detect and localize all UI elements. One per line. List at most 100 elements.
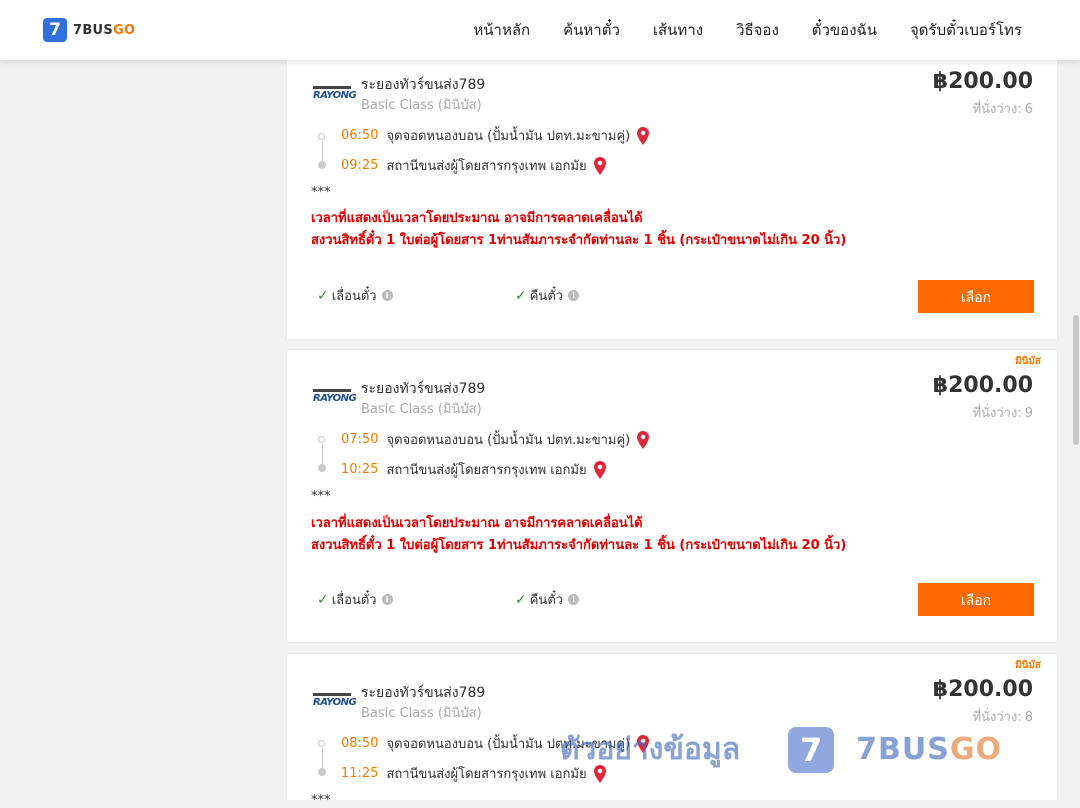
nav-how-to-book[interactable]: วิธีจอง bbox=[736, 18, 779, 42]
bus-class: Basic Class (มินิบัส) bbox=[361, 402, 482, 417]
departure-time: 08:50 bbox=[341, 736, 379, 751]
departure-stop: 07:50 จุดจอดหนองบอน (ปั้มน้ำมัน ปตท.มะขา… bbox=[341, 429, 650, 450]
logo-mark: 7 bbox=[43, 18, 67, 42]
operator-logo-text: RAYONG bbox=[313, 393, 357, 404]
arrival-time: 10:25 bbox=[341, 462, 379, 477]
timeline-line bbox=[322, 444, 323, 464]
operator-logo: RAYONG bbox=[313, 82, 357, 104]
vehicle-badge: มินิบัส bbox=[1015, 356, 1041, 367]
feature-refund-ticket: ✓ คืนตั๋ว i bbox=[515, 285, 580, 306]
watermark-logo-mark: 7 bbox=[788, 726, 835, 773]
feature-refund-label: คืนตั๋ว bbox=[529, 289, 564, 304]
scrollbar-track[interactable] bbox=[1072, 60, 1080, 800]
time-disclaimer: เวลาที่แสดงเป็นเวลาโดยประมาณ อาจมีการคลา… bbox=[311, 211, 643, 226]
operator-name: ระยองทัวร์ขนส่ง789 bbox=[361, 685, 486, 701]
time-disclaimer: เวลาที่แสดงเป็นเวลาโดยประมาณ อาจมีการคลา… bbox=[311, 516, 643, 531]
sample-data-watermark: ตัวอย่างข้อมูล 7 7BUSGO bbox=[560, 726, 1002, 773]
operator-name: ระยองทัวร์ขนส่ง789 bbox=[361, 77, 486, 93]
operator-name: ระยองทัวร์ขนส่ง789 bbox=[361, 381, 486, 397]
feature-change-ticket: ✓ เลื่อนตั๋ว i bbox=[317, 285, 393, 306]
nav-pickup-points[interactable]: จุดรับตั๋วเบอร์โทร bbox=[910, 18, 1022, 42]
departure-time: 07:50 bbox=[341, 432, 379, 447]
seats-available: ที่นั่งว่าง: 8 bbox=[973, 706, 1033, 727]
info-icon[interactable]: i bbox=[381, 290, 393, 301]
operator-logo: RAYONG bbox=[313, 689, 357, 711]
arrival-place: สถานีขนส่งผู้โดยสารกรุงเทพ เอกมัย bbox=[386, 767, 587, 782]
seats-label: ที่นั่งว่าง: bbox=[972, 710, 1022, 725]
nav-routes[interactable]: เส้นทาง bbox=[653, 18, 703, 42]
main-nav: หน้าหลัก ค้นหาตั๋ว เส้นทาง วิธีจอง ตั๋วข… bbox=[440, 0, 1022, 60]
arrival-time: 11:25 bbox=[341, 766, 379, 781]
vehicle-badge: มินิบัส bbox=[1015, 660, 1041, 671]
info-icon[interactable]: i bbox=[568, 290, 580, 301]
departure-stop: 06:50 จุดจอดหนองบอน (ปั้มน้ำมัน ปตท.มะขา… bbox=[341, 125, 650, 146]
ticket-price: ฿200.00 bbox=[932, 373, 1033, 398]
seats-available: ที่นั่งว่าง: 6 bbox=[973, 98, 1033, 119]
feature-refund-label: คืนตั๋ว bbox=[529, 593, 564, 608]
departure-place: จุดจอดหนองบอน (ปั้มน้ำมัน ปตท.มะขามคู่) bbox=[386, 433, 631, 448]
arrival-place: สถานีขนส่งผู้โดยสารกรุงเทพ เอกมัย bbox=[386, 463, 587, 478]
feature-change-ticket: ✓ เลื่อนตั๋ว i bbox=[317, 589, 393, 610]
nav-my-tickets[interactable]: ตั๋วของฉัน bbox=[812, 18, 877, 42]
timeline-end-dot bbox=[318, 464, 326, 472]
seats-count: 6 bbox=[1024, 102, 1033, 117]
select-trip-button[interactable]: เลือก bbox=[918, 280, 1034, 313]
timeline-end-dot bbox=[318, 161, 326, 169]
map-pin-icon[interactable] bbox=[636, 430, 650, 449]
departure-place: จุดจอดหนองบอน (ปั้มน้ำมัน ปตท.มะขามคู่) bbox=[386, 129, 631, 144]
timeline-end-dot bbox=[318, 768, 326, 776]
watermark-brand: 7BUSGO bbox=[856, 732, 1002, 767]
nav-search-ticket[interactable]: ค้นหาตั๋ว bbox=[563, 18, 620, 42]
remarks-marker: *** bbox=[311, 793, 331, 808]
map-pin-icon[interactable] bbox=[593, 460, 607, 479]
info-icon[interactable]: i bbox=[381, 594, 393, 605]
map-pin-icon[interactable] bbox=[593, 156, 607, 175]
operator-logo: RAYONG bbox=[313, 385, 357, 407]
operator-logo-text: RAYONG bbox=[313, 90, 357, 101]
seats-available: ที่นั่งว่าง: 9 bbox=[973, 402, 1033, 423]
feature-change-label: เลื่อนตั๋ว bbox=[331, 593, 377, 608]
remarks-marker: *** bbox=[311, 489, 331, 504]
info-icon[interactable]: i bbox=[568, 594, 580, 605]
trip-card: RAYONG ระยองทัวร์ขนส่ง789 Basic Class (ม… bbox=[286, 56, 1058, 340]
ticket-price: ฿200.00 bbox=[932, 69, 1033, 94]
arrival-time: 09:25 bbox=[341, 158, 379, 173]
watermark-brand-accent: GO bbox=[949, 732, 1002, 767]
watermark-brand-main: 7BUS bbox=[856, 732, 950, 767]
seats-count: 8 bbox=[1024, 710, 1033, 725]
arrival-stop: 09:25 สถานีขนส่งผู้โดยสารกรุงเทพ เอกมัย bbox=[341, 155, 607, 176]
logo-wordmark: 7BUSGO bbox=[73, 23, 135, 38]
select-trip-button[interactable]: เลือก bbox=[918, 583, 1034, 616]
arrival-stop: 10:25 สถานีขนส่งผู้โดยสารกรุงเทพ เอกมัย bbox=[341, 459, 607, 480]
site-logo[interactable]: 7 7BUSGO bbox=[43, 18, 135, 42]
remarks-marker: *** bbox=[311, 185, 331, 200]
logo-text-accent: GO bbox=[113, 22, 136, 38]
timeline-start-dot bbox=[318, 133, 325, 140]
timeline-start-dot bbox=[318, 740, 325, 747]
seats-label: ที่นั่งว่าง: bbox=[972, 406, 1022, 421]
check-icon: ✓ bbox=[317, 287, 329, 304]
nav-home[interactable]: หน้าหลัก bbox=[473, 18, 530, 42]
ticket-price: ฿200.00 bbox=[932, 677, 1033, 702]
logo-text-main: 7BUS bbox=[73, 22, 114, 38]
check-icon: ✓ bbox=[317, 591, 329, 608]
check-icon: ✓ bbox=[515, 287, 527, 304]
scrollbar-thumb[interactable] bbox=[1073, 315, 1079, 445]
feature-refund-ticket: ✓ คืนตั๋ว i bbox=[515, 589, 580, 610]
trip-card: มินิบัส RAYONG ระยองทัวร์ขนส่ง789 Basic … bbox=[286, 349, 1058, 643]
map-pin-icon[interactable] bbox=[636, 126, 650, 145]
timeline-line bbox=[322, 748, 323, 768]
bus-class: Basic Class (มินิบัส) bbox=[361, 706, 482, 721]
bus-class: Basic Class (มินิบัส) bbox=[361, 98, 482, 113]
departure-time: 06:50 bbox=[341, 128, 379, 143]
seats-count: 9 bbox=[1024, 406, 1033, 421]
timeline-line bbox=[322, 141, 323, 161]
top-navbar: 7 7BUSGO หน้าหลัก ค้นหาตั๋ว เส้นทาง วิธี… bbox=[0, 0, 1080, 60]
arrival-place: สถานีขนส่งผู้โดยสารกรุงเทพ เอกมัย bbox=[386, 159, 587, 174]
feature-change-label: เลื่อนตั๋ว bbox=[331, 289, 377, 304]
baggage-policy: สงวนสิทธิ์ตั๋ว 1 ใบต่อผู้โดยสาร 1ท่านสัม… bbox=[311, 233, 847, 248]
watermark-text: ตัวอย่างข้อมูล bbox=[560, 732, 741, 767]
operator-logo-text: RAYONG bbox=[313, 697, 357, 708]
timeline-start-dot bbox=[318, 436, 325, 443]
check-icon: ✓ bbox=[515, 591, 527, 608]
